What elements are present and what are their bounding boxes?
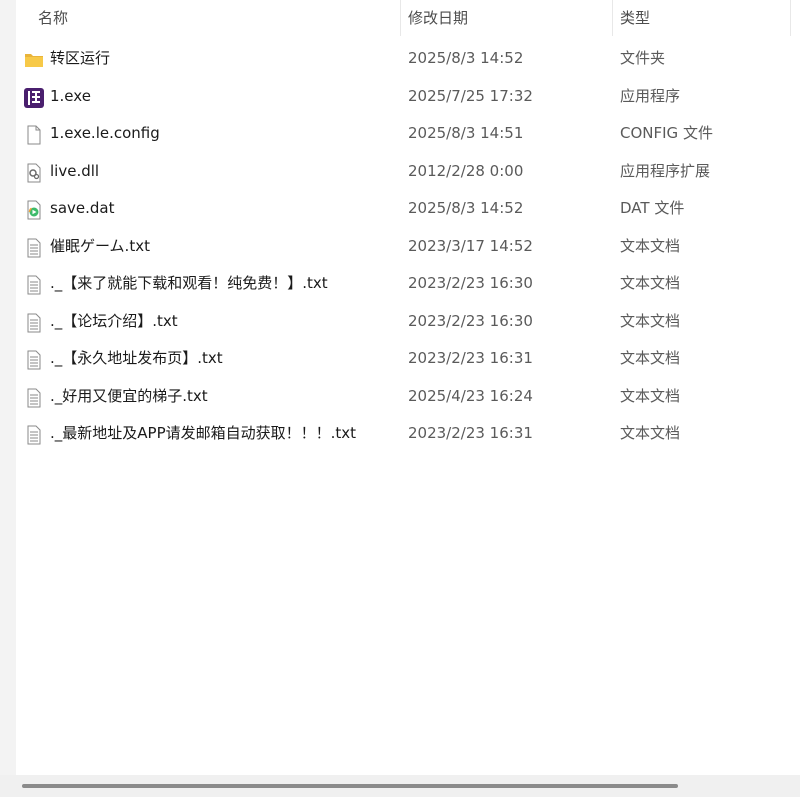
media-play-file-icon <box>27 200 41 220</box>
file-name: save.dat <box>50 199 115 217</box>
file-row[interactable]: save.dat 2025/8/3 14:52 DAT 文件 <box>16 190 800 228</box>
blank-file-icon <box>27 125 41 145</box>
horizontal-scrollbar[interactable] <box>0 775 800 797</box>
sort-ascending-icon: ^ <box>226 0 237 8</box>
file-row[interactable]: ._【永久地址发布页】.txt 2023/2/23 16:31 文本文档 <box>16 340 800 378</box>
file-type: DAT 文件 <box>620 199 685 217</box>
file-type: 文本文档 <box>620 274 681 292</box>
file-date: 2023/2/23 16:31 <box>408 349 533 367</box>
text-file-icon <box>27 388 41 407</box>
column-header-date[interactable]: 修改日期 <box>400 0 612 36</box>
file-type: 文本文档 <box>620 386 681 405</box>
column-divider[interactable] <box>790 0 791 36</box>
file-name: ._好用又便宜的梯子.txt <box>50 386 208 405</box>
column-header-bar: 名称 ^ 修改日期 类型 <box>16 0 800 38</box>
column-header-type[interactable]: 类型 <box>612 0 790 36</box>
file-name: ._最新地址及APP请发邮箱自动获取！！！.txt <box>50 424 357 442</box>
file-date: 2023/2/23 16:30 <box>408 311 533 330</box>
file-type: 文本文档 <box>620 424 681 442</box>
file-date: 2025/4/23 16:24 <box>408 386 533 405</box>
file-row[interactable]: 催眠ゲーム.txt 2023/3/17 14:52 文本文档 <box>16 228 800 266</box>
text-file-icon <box>27 425 41 445</box>
file-type: 文本文档 <box>620 236 681 255</box>
file-date: 2025/8/3 14:52 <box>408 199 524 217</box>
text-file-icon <box>27 238 41 257</box>
scrollbar-thumb[interactable] <box>22 784 678 788</box>
text-file-icon <box>27 275 41 295</box>
navigation-pane-edge <box>0 0 16 775</box>
text-file-icon <box>27 313 41 332</box>
file-row[interactable]: ._【论坛介绍】.txt 2023/2/23 16:30 文本文档 <box>16 303 800 341</box>
file-date: 2023/2/23 16:31 <box>408 424 533 442</box>
file-date: 2012/2/28 0:00 <box>408 161 524 180</box>
file-name: ._【论坛介绍】.txt <box>50 311 178 330</box>
file-row[interactable]: ._【来了就能下载和观看！纯免费！】.txt 2023/2/23 16:30 文… <box>16 265 800 303</box>
file-name: 转区运行 <box>50 49 111 67</box>
file-type: 文本文档 <box>620 349 681 367</box>
file-type: 应用程序扩展 <box>620 161 711 180</box>
app-exe-icon <box>24 87 44 108</box>
column-header-name[interactable]: 名称 <box>30 0 408 36</box>
file-type: 文本文档 <box>620 311 681 330</box>
file-name: 催眠ゲーム.txt <box>50 236 150 255</box>
file-date: 2025/8/3 14:51 <box>408 124 524 142</box>
file-date: 2023/3/17 14:52 <box>408 236 533 255</box>
file-row[interactable]: 转区运行 2025/8/3 14:52 文件夹 <box>16 40 800 78</box>
file-row[interactable]: ._好用又便宜的梯子.txt 2025/4/23 16:24 文本文档 <box>16 378 800 416</box>
file-name: 1.exe.le.config <box>50 124 160 142</box>
file-row[interactable]: ._最新地址及APP请发邮箱自动获取！！！.txt 2023/2/23 16:3… <box>16 415 800 453</box>
file-row[interactable]: 1.exe 2025/7/25 17:32 应用程序 <box>16 78 800 116</box>
file-row[interactable]: 1.exe.le.config 2025/8/3 14:51 CONFIG 文件 <box>16 115 800 153</box>
file-name: ._【永久地址发布页】.txt <box>50 349 223 367</box>
folder-icon <box>25 54 43 67</box>
file-list: 转区运行 2025/8/3 14:52 文件夹 1.exe 2025/7/25 … <box>16 40 800 453</box>
text-file-icon <box>27 350 41 370</box>
file-row[interactable]: live.dll 2012/2/28 0:00 应用程序扩展 <box>16 153 800 191</box>
file-type: 文件夹 <box>620 49 666 67</box>
file-type: 应用程序 <box>620 86 681 105</box>
dll-gear-file-icon <box>27 163 41 182</box>
file-date: 2025/8/3 14:52 <box>408 49 524 67</box>
file-name: ._【来了就能下载和观看！纯免费！】.txt <box>50 274 328 292</box>
file-date: 2025/7/25 17:32 <box>408 86 533 105</box>
file-name: 1.exe <box>50 86 91 105</box>
file-date: 2023/2/23 16:30 <box>408 274 533 292</box>
file-type: CONFIG 文件 <box>620 124 713 142</box>
file-name: live.dll <box>50 161 100 180</box>
